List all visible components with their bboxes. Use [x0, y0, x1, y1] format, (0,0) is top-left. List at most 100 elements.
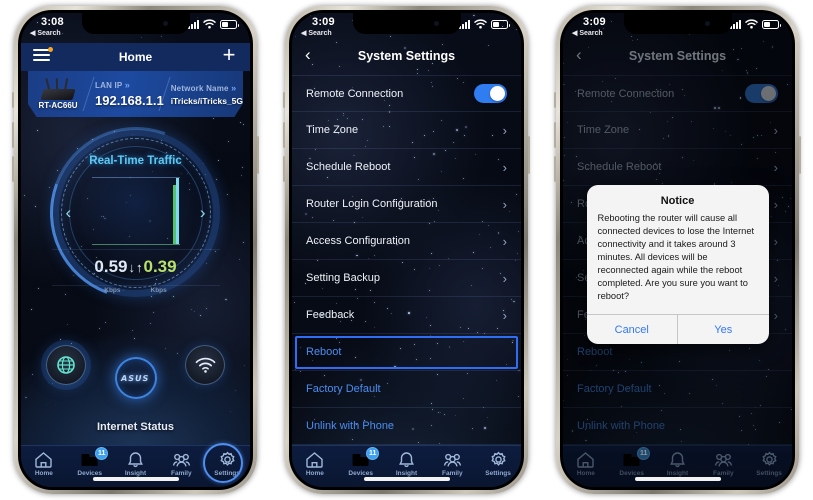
download-value: 0.59 [94, 257, 128, 276]
upload-bar [172, 185, 176, 244]
wifi-icon-2 [474, 19, 487, 29]
settings-row-schedule-reboot[interactable]: Schedule Reboot › [292, 149, 521, 186]
back-to-search-link-3[interactable]: ◀ Search [572, 29, 603, 37]
bell-icon [399, 452, 414, 468]
lan-ip-value: 192.168.1.1 [95, 93, 164, 108]
cellular-signal-icon-2 [459, 20, 470, 29]
network-name-value: iTricks/iTricks_5G [170, 95, 243, 106]
home-indicator[interactable] [92, 477, 179, 481]
back-to-search-label: Search [37, 30, 61, 37]
lan-ip-label-text: LAN IP [95, 81, 123, 90]
home-icon-wrap [34, 451, 53, 468]
internet-status-label: Internet Status [96, 421, 174, 433]
settings-row-time-zone[interactable]: Time Zone › [292, 112, 521, 149]
status-time-2: 3:09 [312, 16, 335, 28]
volume-up-button [12, 122, 14, 148]
plus-icon[interactable]: + [220, 44, 238, 66]
settings-row-feedback[interactable]: Feedback › [292, 297, 521, 334]
real-time-traffic-gauge: Real-Time Traffic 0.59 ↓ ↑ 0.39 Kbps Kbp… [21, 98, 250, 327]
family-icon-wrap [443, 451, 462, 468]
battery-icon-3 [762, 20, 781, 29]
back-to-search-link-2[interactable]: ◀ Search [301, 29, 332, 37]
tab-family[interactable]: Family [429, 451, 475, 477]
front-camera [162, 21, 168, 26]
tab-label-devices: Devices [77, 470, 102, 477]
volume-down-button-3 [554, 156, 556, 182]
phone-home: 3:08 ◀ Search Home + RT-AC66U LAN IP » 1… [0, 0, 271, 500]
menu-notification-dot [48, 47, 53, 52]
front-camera-3 [704, 21, 710, 26]
dialog-message: Rebooting the router will cause all conn… [597, 213, 755, 301]
volume-up-button-3 [554, 122, 556, 148]
family-icon [172, 453, 190, 467]
gauge-next-button[interactable]: › [200, 203, 206, 223]
notch-3 [623, 13, 732, 34]
tab-family[interactable]: Family [158, 451, 204, 477]
notch-2 [352, 13, 461, 34]
home-content: Home + RT-AC66U LAN IP » 192.168.1.1 Net… [21, 13, 250, 487]
settings-row-label: Unlink with Phone [306, 420, 395, 432]
cellular-signal-icon [188, 20, 199, 29]
power-button [257, 136, 259, 174]
chevron-right-icon: › [502, 122, 507, 138]
settings-row-label: Setting Backup [306, 272, 380, 284]
remote-connection-toggle[interactable] [474, 84, 507, 103]
home-indicator-2[interactable] [363, 477, 450, 481]
asus-button[interactable]: ASUS [114, 357, 157, 399]
status-time-3: 3:09 [583, 16, 606, 28]
volume-down-button [12, 156, 14, 182]
wifi-icon [203, 19, 216, 29]
home-indicator-3[interactable] [634, 477, 721, 481]
phone-frame: 3:08 ◀ Search Home + RT-AC66U LAN IP » 1… [12, 6, 259, 494]
tab-devices[interactable]: 11 Devices [338, 447, 384, 477]
settings-row-unlink-with-phone[interactable]: Unlink with Phone [292, 408, 521, 445]
tab-home[interactable]: Home [292, 451, 338, 477]
phone-bezel: 3:08 ◀ Search Home + RT-AC66U LAN IP » 1… [18, 10, 253, 490]
family-icon [443, 453, 461, 467]
wifi-button[interactable] [185, 345, 225, 385]
asus-logo: ASUS [120, 373, 151, 383]
status-icons [188, 19, 239, 29]
traffic-plot [91, 176, 180, 245]
hamburger-menu-icon[interactable] [33, 47, 53, 63]
cancel-button[interactable]: Cancel [587, 315, 678, 344]
phone-frame-2: 3:09 ◀ Search ‹ System Settings Remote C… [283, 6, 530, 494]
tab-insight[interactable]: Insight [113, 451, 159, 477]
settings-row-router-login-configuration[interactable]: Router Login Configuration › [292, 186, 521, 223]
home-icon [306, 452, 324, 468]
gear-icon-wrap [489, 451, 508, 468]
dialog-title: Notice [660, 195, 695, 207]
phone-screen-home: 3:08 ◀ Search Home + RT-AC66U LAN IP » 1… [21, 13, 250, 487]
home-header: Home + [21, 43, 250, 71]
back-button-2[interactable]: ‹ [305, 45, 311, 65]
bell-icon-wrap [397, 451, 416, 468]
tab-home[interactable]: Home [21, 451, 67, 477]
chevron-right-icon: › [502, 159, 507, 175]
settings-row-label: Access Configuration [306, 235, 410, 247]
back-to-search-link[interactable]: ◀ Search [30, 29, 61, 37]
lan-ip-block[interactable]: LAN IP » 192.168.1.1 [89, 80, 164, 108]
settings-row-setting-backup[interactable]: Setting Backup › [292, 260, 521, 297]
tab-insight[interactable]: Insight [384, 451, 430, 477]
router-summary-card[interactable]: RT-AC66U LAN IP » 192.168.1.1 Network Na… [28, 71, 243, 117]
network-name-block[interactable]: Network Name » iTricks/iTricks_5G [165, 83, 243, 106]
tab-settings[interactable]: Settings [475, 451, 521, 477]
chevron-right-icon: › [502, 196, 507, 212]
confirm-yes-button[interactable]: Yes [677, 315, 769, 344]
devices-badge: 11 [95, 447, 109, 460]
settings-row-access-configuration[interactable]: Access Configuration › [292, 223, 521, 260]
tab-label-family: Family [441, 470, 463, 477]
gauge-prev-button[interactable]: ‹ [66, 203, 72, 223]
traffic-units: Kbps Kbps [52, 287, 220, 294]
globe-button[interactable] [46, 345, 86, 385]
settings-row-label: Reboot [306, 346, 342, 358]
tab-label-devices: Devices [348, 470, 373, 477]
settings-row-remote-connection[interactable]: Remote Connection [292, 75, 521, 112]
router-thumbnail: RT-AC66U [28, 71, 88, 117]
power-button-3 [799, 136, 801, 174]
tab-devices[interactable]: 11 Devices [67, 447, 113, 477]
gauge-title: Real-Time Traffic [89, 154, 182, 167]
phone-bezel-3: 3:09 ◀ Search ‹ System Settings Remote C… [560, 10, 795, 490]
settings-row-reboot[interactable]: Reboot [292, 334, 521, 371]
settings-row-factory-default[interactable]: Factory Default [292, 371, 521, 408]
